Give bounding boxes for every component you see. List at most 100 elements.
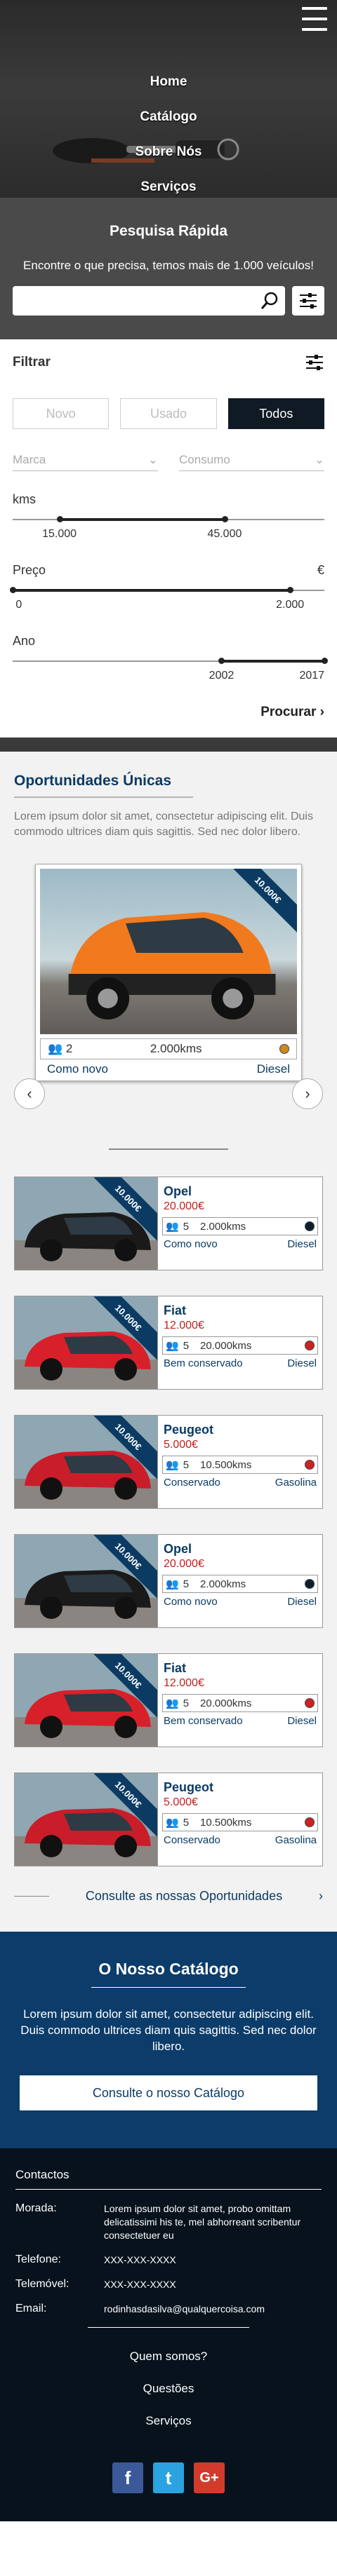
car-photo: 10.000€ xyxy=(15,1773,158,1866)
people-icon: 👥 xyxy=(166,1697,179,1709)
car-wheel xyxy=(114,1597,137,1619)
filter-toggle-button[interactable] xyxy=(292,286,324,316)
search-input[interactable] xyxy=(13,286,285,316)
carousel-next-button[interactable]: › xyxy=(292,1078,323,1109)
car-image xyxy=(15,1654,157,1747)
list-item[interactable]: 10.000€ Opel 20.000€ 👥 5 2.000kms Como nov… xyxy=(14,1177,323,1270)
toggle-novo[interactable]: Novo xyxy=(13,398,110,429)
year-slider[interactable] xyxy=(13,656,328,667)
list-item[interactable]: 10.000€ Fiat 12.000€ 👥 5 20.000kms Bem con… xyxy=(14,1296,323,1390)
price-min-handle[interactable] xyxy=(10,587,16,593)
kms-value: 10.500kms xyxy=(200,1816,252,1829)
filter-title: Filtrar xyxy=(13,355,51,370)
price-max-value: 2.000 xyxy=(276,599,305,611)
nav-item-catalogo[interactable]: Catálogo xyxy=(0,100,337,135)
nav-item-sobre-nos[interactable]: Sobre Nós xyxy=(0,135,337,170)
year-min-handle[interactable] xyxy=(218,658,225,664)
year-label: Ano xyxy=(13,634,36,648)
hamburger-icon[interactable] xyxy=(302,7,327,31)
condition-value: Como novo xyxy=(47,1062,108,1076)
car-price: 20.000€ xyxy=(164,1200,204,1212)
year-min-value: 2002 xyxy=(209,670,234,682)
car-wheel xyxy=(40,1835,62,1857)
color-dot xyxy=(305,1698,315,1708)
opportunities-section: Oportunidades Únicas Lorem ipsum dolor s… xyxy=(0,752,337,1932)
car-price: 12.000€ xyxy=(164,1320,204,1331)
car-wheel xyxy=(114,1716,137,1738)
brand-select[interactable]: Marca ⌄ xyxy=(13,449,158,471)
fuel-value: Diesel xyxy=(256,1062,290,1076)
quick-search-title: Pesquisa Rápida xyxy=(109,223,228,239)
price-unit: € xyxy=(317,563,324,577)
kms-min-value: 15.000 xyxy=(42,528,77,540)
fuel-value: Gasolina xyxy=(275,1834,317,1846)
sliders-icon[interactable] xyxy=(305,353,324,372)
color-dot xyxy=(305,1221,315,1231)
search-button[interactable]: Procurar › xyxy=(13,705,324,720)
color-dot xyxy=(305,1817,315,1827)
consumption-select[interactable]: Consumo ⌄ xyxy=(179,449,324,471)
catalogue-button[interactable]: Consulte o nosso Catálogo xyxy=(20,2075,317,2110)
opportunities-link[interactable]: Consulte as nossas Oportunidades › xyxy=(14,1889,323,1904)
owners-count: 5 xyxy=(183,1578,190,1590)
footer-link-about[interactable]: Quem somos? xyxy=(15,2340,322,2373)
google-plus-icon[interactable]: G+ xyxy=(194,2462,225,2493)
nav-item-servicos[interactable]: Serviços xyxy=(0,170,337,198)
facebook-icon[interactable]: f xyxy=(112,2462,143,2493)
people-icon: 👥 xyxy=(166,1221,179,1233)
condition-value: Bem conservado xyxy=(164,1357,243,1369)
carousel-prev-button[interactable]: ‹ xyxy=(14,1078,45,1109)
brand-select-label: Marca xyxy=(13,452,46,466)
address-label: Morada: xyxy=(15,2202,57,2214)
social-links: f t G+ xyxy=(15,2462,322,2493)
car-photo: 10.000€ xyxy=(15,1296,158,1389)
sliders-icon xyxy=(300,293,317,309)
catalogue-section: O Nosso Catálogo Lorem ipsum dolor sit a… xyxy=(0,1932,337,2148)
nav-item-home[interactable]: Home xyxy=(0,65,337,100)
twitter-icon[interactable]: t xyxy=(153,2462,184,2493)
list-item[interactable]: 10.000€ Opel 20.000€ 👥 5 2.000kms Como nov… xyxy=(14,1534,323,1628)
list-item[interactable]: 10.000€ Peugeot 5.000€ 👥 5 10.500kms Conse… xyxy=(14,1772,323,1866)
list-item[interactable]: 10.000€ Fiat 12.000€ 👥 5 20.000kms Bem con… xyxy=(14,1653,323,1747)
car-image xyxy=(15,1535,157,1627)
kms-value: 10.500kms xyxy=(200,1458,252,1471)
opportunities-text: Lorem ipsum dolor sit amet, consectetur … xyxy=(14,811,313,838)
phone-value: XXX-XXX-XXXX xyxy=(104,2254,176,2265)
footer-link-services[interactable]: Serviços xyxy=(15,2405,322,2437)
search-icon[interactable] xyxy=(260,291,279,311)
price-slider[interactable] xyxy=(10,585,324,596)
kms-slider[interactable] xyxy=(13,514,324,525)
car-name: Peugeot xyxy=(164,1423,214,1437)
car-price: 5.000€ xyxy=(164,1439,198,1451)
condition-value: Como novo xyxy=(164,1238,218,1250)
kms-min-handle[interactable] xyxy=(56,516,63,522)
car-photo: 10.000€ xyxy=(15,1416,158,1508)
color-dot xyxy=(305,1579,315,1589)
year-max-handle[interactable] xyxy=(322,658,328,664)
car-wheel xyxy=(114,1239,137,1261)
price-max-handle[interactable] xyxy=(287,587,294,593)
list-item[interactable]: 10.000€ Peugeot 5.000€ 👥 5 10.500kms Conse… xyxy=(14,1415,323,1509)
quick-search: Pesquisa Rápida Encontre o que precisa, … xyxy=(0,198,337,339)
toggle-usado[interactable]: Usado xyxy=(120,398,217,429)
hero: Home Catálogo Sobre Nós Serviços xyxy=(0,0,337,198)
car-name: Fiat xyxy=(164,1303,187,1317)
owners-count: 5 xyxy=(183,1697,190,1709)
quick-search-text: Encontre o que precisa, temos mais de 1.… xyxy=(23,259,314,272)
car-photo: 10.000€ xyxy=(15,1654,158,1747)
footer-link-questions[interactable]: Questões xyxy=(15,2373,322,2405)
featured-car-card[interactable]: 10.000€ 👥 2 2.000kms Como novo Diesel xyxy=(35,864,302,1081)
kms-max-handle[interactable] xyxy=(221,516,228,522)
people-icon: 👥 xyxy=(166,1340,179,1352)
opportunities-title: Oportunidades Únicas xyxy=(14,773,172,789)
condition-value: Como novo xyxy=(164,1596,218,1608)
car-image xyxy=(15,1773,157,1866)
owners-count: 5 xyxy=(183,1816,190,1829)
email-value[interactable]: rodinhasdasilva@qualquercoisa.com xyxy=(104,2303,265,2316)
car-wheel xyxy=(114,1358,137,1381)
color-dot xyxy=(305,1341,315,1350)
car-name: Opel xyxy=(164,1184,192,1198)
opportunities-link-label: Consulte as nossas Oportunidades xyxy=(85,1889,283,1903)
car-photo: 10.000€ xyxy=(15,1535,158,1627)
toggle-todos[interactable]: Todos xyxy=(227,398,324,429)
